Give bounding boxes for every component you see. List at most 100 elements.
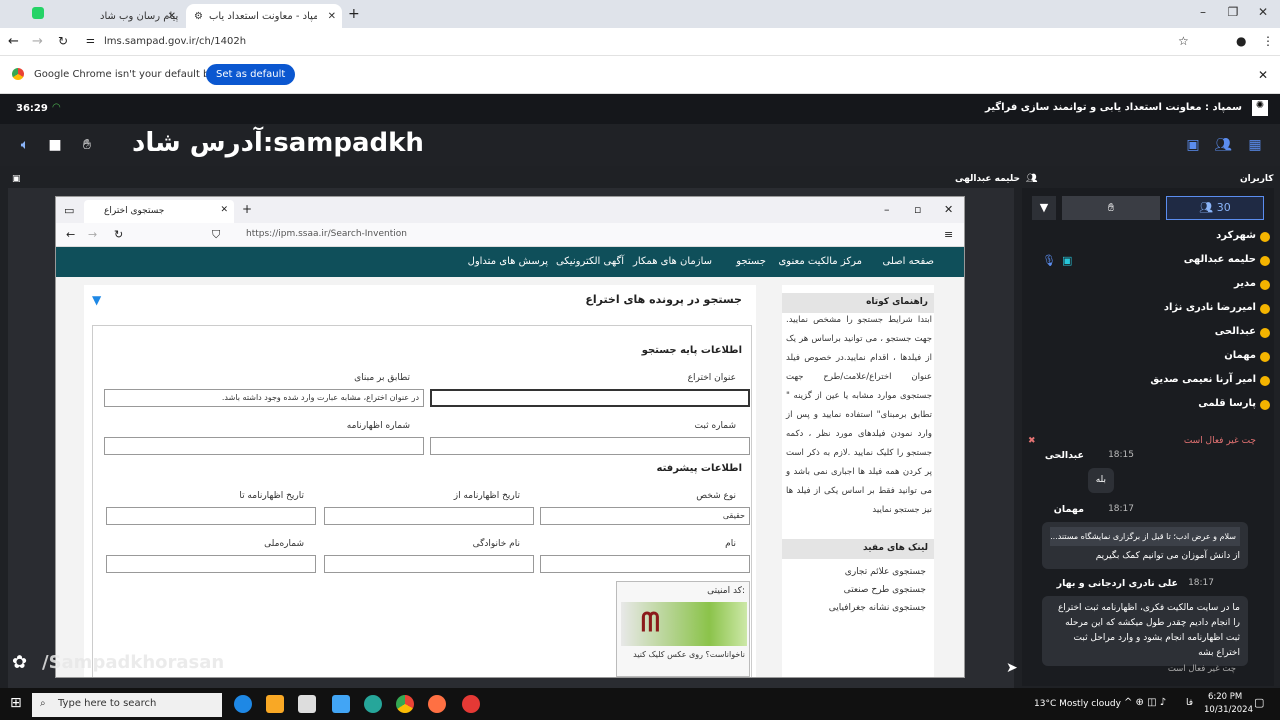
user-item[interactable]: پارسا قلمی [1198, 398, 1256, 409]
menu-icon[interactable]: ⋮ [1262, 34, 1274, 48]
language-indicator[interactable]: فا [1186, 698, 1193, 708]
url-field[interactable]: lms.sampad.gov.ir/ch/1402h [104, 36, 246, 47]
nav-partners: سازمان های همکار [633, 256, 712, 267]
declaration-no-input [104, 437, 424, 455]
chrome-logo-icon [12, 68, 24, 80]
captcha-hint: ناخواناست؟ روی عکس کلیک کنید [633, 650, 745, 659]
notifications-icon[interactable]: ▢ [1254, 696, 1264, 709]
watermark: /Sampadkhorasan [42, 652, 225, 673]
forward-icon[interactable]: → [32, 34, 43, 49]
app-icon[interactable] [462, 695, 480, 713]
users-icon: 👥︎ [1026, 174, 1038, 184]
app-logo-icon: ✺ [1252, 100, 1268, 116]
reload-icon[interactable]: ↻ [58, 34, 68, 48]
lock-icon[interactable]: ■ [42, 132, 68, 158]
users-panel: ▼ ✋︎ 👥︎ 30 شهرکرد حلیمه عبدالهی 🎙︎ ▣ مدی… [1022, 188, 1274, 432]
maximize-icon: ▫ [914, 203, 922, 216]
decl-date-to-label: تاریخ اظهارنامه تا [239, 491, 304, 501]
site-info-icon[interactable]: ⚌ [86, 35, 95, 46]
app-header: 36:29 ◠ سمپاد : معاونت استعداد یابی و تو… [0, 94, 1280, 124]
browser-tab-bar: پیام رسان وب شاد ✕ ⚙ سمپاد - معاونت استع… [0, 0, 1280, 28]
shared-screen-window: ▭ جستجوی اختراع ✕ + – ▫ ✕ ← → ↻ ⛉ https:… [55, 196, 965, 678]
clock-date[interactable]: 10/31/2024 [1204, 705, 1253, 715]
user-item[interactable]: امیر آرنا نعیمی صدیق [1150, 374, 1256, 385]
user-icon [1260, 280, 1270, 290]
file-explorer-icon[interactable] [266, 695, 284, 713]
match-basis-label: تطابق بر مبنای [354, 373, 410, 383]
link-trademarks: جستجوی علائم تجاری [844, 567, 926, 577]
taskbar-search[interactable]: ⌕ Type here to search [32, 693, 222, 717]
bookmark-star-icon[interactable]: ☆ [1178, 34, 1189, 48]
chat-status-header: چت غیر فعال است [1183, 436, 1256, 446]
shared-tab: جستجوی اختراع ✕ [84, 200, 234, 223]
search-page: ▼ جستجو در پرونده های اختراع اطلاعات پای… [56, 277, 964, 677]
user-icon [1260, 232, 1270, 242]
user-item[interactable]: امیررضا نادری نژاد [1164, 302, 1256, 313]
apps-grid-icon[interactable]: ▦ [1242, 132, 1268, 158]
user-item[interactable]: حلیمه عبدالهی [1184, 254, 1256, 265]
tab-label: سمپاد - معاونت استعداد یاب [208, 10, 317, 22]
maximize-button[interactable]: ❐ [1222, 5, 1244, 19]
close-icon[interactable]: ✕ [328, 11, 336, 22]
last-name-input [324, 555, 534, 573]
captcha-box: کد امنیتی: ᗰ ناخواناست؟ روی عکس کلیک کنی… [616, 581, 750, 677]
user-item[interactable]: شهرکرد [1216, 230, 1256, 241]
toolbar: 🔈︎ ■ ✋︎ آدرس شاد:sampadkh ▣ 👥︎ ▦ [0, 124, 1280, 166]
firefox-icon[interactable] [428, 695, 446, 713]
guide-title: راهنمای کوتاه [782, 293, 934, 313]
user-icon [1260, 256, 1270, 266]
close-window-button[interactable]: ✕ [1252, 5, 1274, 19]
profile-icon[interactable]: ● [1236, 34, 1246, 48]
users-count-tab[interactable]: 👥︎ 30 [1166, 196, 1264, 220]
users-count: 30 [1216, 201, 1231, 214]
close-icon: ✕ [220, 205, 228, 215]
back-icon[interactable]: ← [8, 34, 19, 49]
app-icon[interactable] [332, 695, 350, 713]
app-icon[interactable] [364, 695, 382, 713]
filter-button[interactable]: ▼ [1032, 196, 1056, 220]
chat-panel: چت غیر فعال است ✖ عبدالحی 18:15 بله مهما… [1022, 432, 1274, 686]
address-bar-row: ← → ↻ ⚌ lms.sampad.gov.ir/ch/1402h ☆ ● ⋮ [0, 28, 1280, 56]
weather-text[interactable]: 13°C Mostly cloudy [1034, 699, 1121, 709]
mic-icon: 🎙︎ [1042, 254, 1056, 267]
windows-start-icon[interactable]: ⊞ [10, 695, 22, 711]
user-item[interactable]: مدیر [1234, 278, 1256, 289]
chat-toggle-icon[interactable]: ▣ [1180, 132, 1206, 158]
camera-logo-icon: ✿ [12, 652, 28, 673]
tab-sampad[interactable]: ⚙ سمپاد - معاونت استعداد یاب ✕ [186, 4, 342, 28]
edge-icon[interactable] [234, 695, 252, 713]
raised-hands-tab[interactable]: ✋︎ [1062, 196, 1160, 220]
tab-shad[interactable]: پیام رسان وب شاد ✕ [92, 4, 182, 28]
close-icon[interactable]: ✕ [1258, 68, 1268, 82]
user-item[interactable]: مهمان [1224, 350, 1256, 361]
raise-hand-icon[interactable]: ✋︎ [74, 132, 100, 158]
close-icon[interactable]: ✕ [168, 11, 176, 22]
message-bubble: بله [1087, 468, 1114, 493]
new-tab-button[interactable]: + [348, 6, 360, 22]
user-icon [1260, 400, 1270, 410]
system-tray-icons[interactable]: ^ ⊕ ◫ ♪ [1124, 697, 1166, 708]
nav-ip-center: مرکز مالکیت معنوی [778, 256, 862, 267]
windows-taskbar: ⊞ ⌕ Type here to search 13°C Mostly clou… [0, 688, 1280, 720]
chrome-icon[interactable] [396, 695, 414, 713]
message-sender: علی نادری اردجانی و بهار [1056, 578, 1178, 589]
decl-date-from-label: تاریخ اظهارنامه از [453, 491, 520, 501]
invention-title-input [430, 389, 750, 407]
speaker-icon[interactable]: 🔈︎ [12, 132, 38, 158]
nav-faq: پرسش های متداول [467, 256, 548, 267]
link-industrial-design: جستجوی طرح صنعتی [843, 585, 926, 595]
message-text: از دانش آموزان می توانیم کمک بگیریم [1095, 551, 1240, 561]
clock-time[interactable]: 6:20 PM [1208, 692, 1242, 702]
app-title: سمپاد : معاونت استعداد یابی و توانمند سا… [984, 102, 1242, 113]
set-default-button[interactable]: Set as default [206, 64, 296, 85]
minimize-button[interactable]: – [1192, 5, 1214, 19]
basic-section-title: اطلاعات پایه جستجو [641, 345, 742, 356]
store-icon[interactable] [298, 695, 316, 713]
mouse-pointer-icon: ➤ [1006, 660, 1018, 676]
screen-share-icon: ▣ [12, 174, 21, 184]
users-toggle-icon[interactable]: 👥︎ [1210, 132, 1236, 158]
user-item[interactable]: عبدالحی [1215, 326, 1256, 337]
quoted-message: سلام و عرض ادب؛ تا قبل از برگزاری نمایشگ… [1050, 527, 1240, 546]
close-icon: ✕ [944, 203, 954, 216]
shad-address-overlay: آدرس شاد:sampadkh [132, 128, 424, 158]
